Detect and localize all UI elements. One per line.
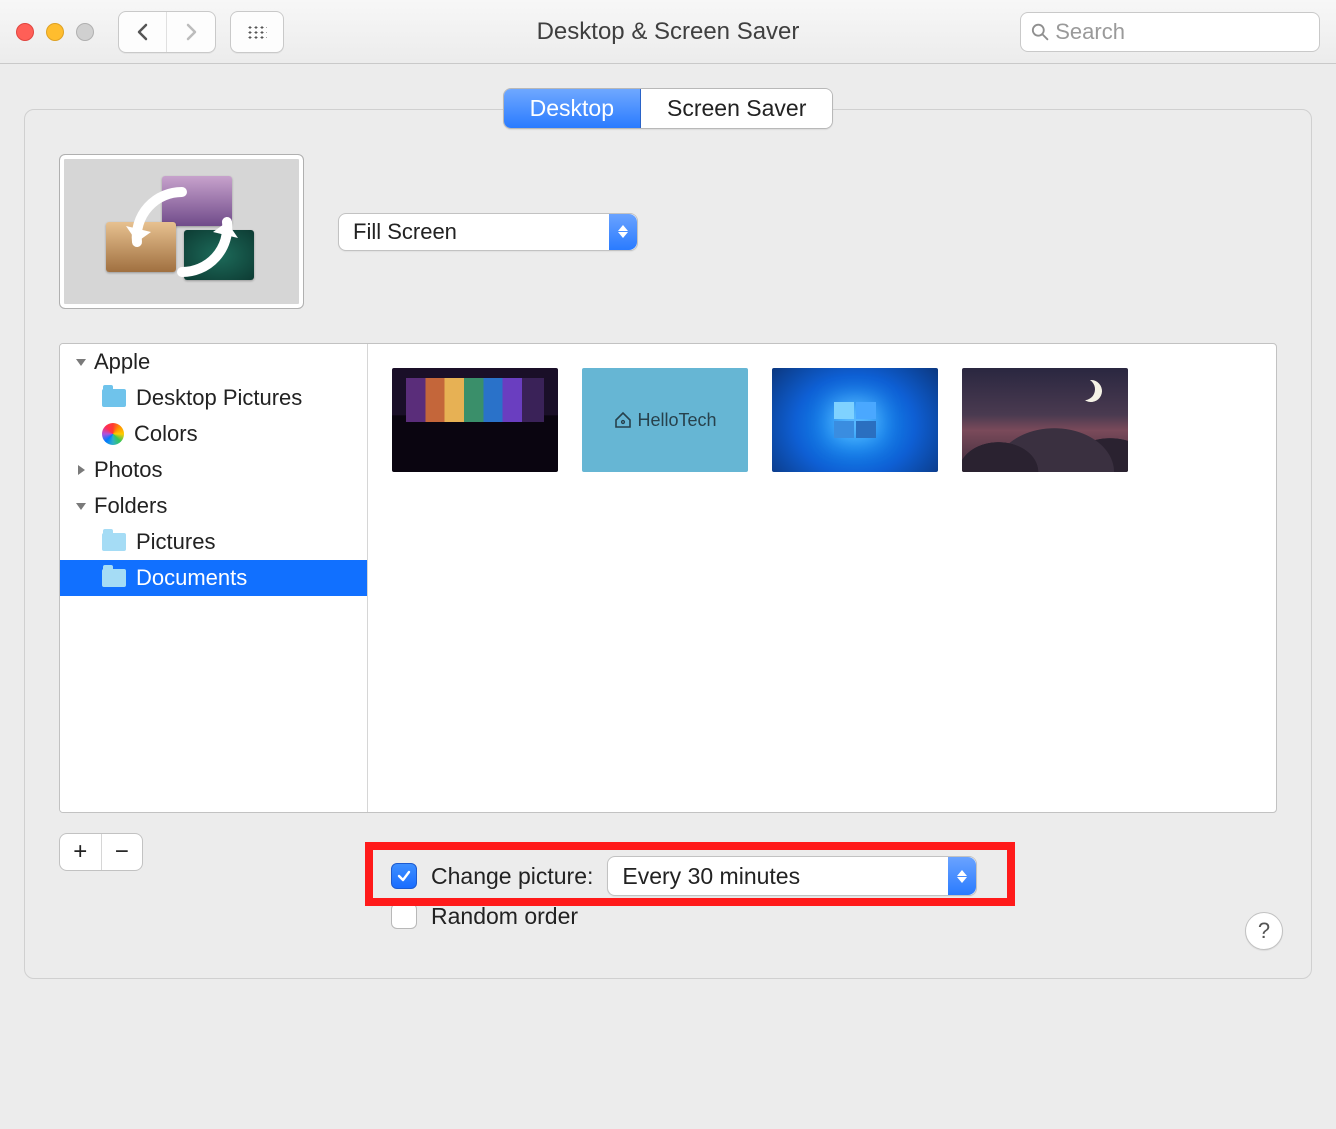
tab-screensaver[interactable]: Screen Saver [641, 89, 832, 128]
house-icon [613, 410, 633, 430]
disclosure-down-icon [74, 355, 88, 369]
sidebar-label: Desktop Pictures [136, 385, 302, 411]
random-order-label: Random order [431, 903, 578, 930]
sidebar-item-colors[interactable]: Colors [60, 416, 367, 452]
wallpaper-thumbnail[interactable] [392, 368, 558, 472]
sidebar-group-apple[interactable]: Apple [60, 344, 367, 380]
disclosure-right-icon [74, 463, 88, 477]
zoom-window-button[interactable] [76, 23, 94, 41]
wallpaper-thumbnail[interactable]: HelloTech [582, 368, 748, 472]
close-window-button[interactable] [16, 23, 34, 41]
preferences-panel: Fill Screen Apple Desktop Pictures Color… [24, 109, 1312, 979]
search-input[interactable] [1055, 19, 1309, 45]
bottom-options: Change picture: Every 30 minutes Random … [391, 856, 977, 936]
thumbnail-grid: HelloTech [368, 344, 1276, 812]
chevron-right-icon [184, 23, 198, 41]
dropdown-stepper-icon [609, 214, 637, 250]
change-interval-select[interactable]: Every 30 minutes [607, 856, 977, 896]
segmented-control: Desktop Screen Saver [503, 88, 834, 129]
change-interval-value: Every 30 minutes [622, 863, 948, 890]
back-button[interactable] [119, 12, 167, 52]
random-order-row: Random order [391, 896, 977, 936]
content-split: Apple Desktop Pictures Colors Photos Fol… [59, 343, 1277, 813]
folder-add-remove: + − [59, 833, 143, 871]
tab-desktop[interactable]: Desktop [504, 89, 641, 128]
source-sidebar: Apple Desktop Pictures Colors Photos Fol… [60, 344, 368, 812]
search-icon [1031, 22, 1049, 42]
nav-history-group [118, 11, 216, 53]
fill-mode-value: Fill Screen [353, 219, 609, 245]
sidebar-item-documents[interactable]: Documents [60, 560, 367, 596]
forward-button[interactable] [167, 12, 215, 52]
preferences-body: Desktop Screen Saver Fill Screen [0, 64, 1336, 1129]
search-field[interactable] [1020, 12, 1320, 52]
window-traffic-lights [16, 23, 94, 41]
folder-icon [102, 533, 126, 551]
folder-icon [102, 569, 126, 587]
colorwheel-icon [102, 423, 124, 445]
change-picture-row: Change picture: Every 30 minutes [391, 856, 977, 896]
cycle-icon [102, 172, 262, 292]
sidebar-group-photos[interactable]: Photos [60, 452, 367, 488]
window-title: Desktop & Screen Saver [537, 18, 800, 46]
sidebar-label: Colors [134, 421, 198, 447]
sidebar-item-pictures[interactable]: Pictures [60, 524, 367, 560]
sidebar-group-folders[interactable]: Folders [60, 488, 367, 524]
wallpaper-thumbnail[interactable] [962, 368, 1128, 472]
remove-folder-button[interactable]: − [102, 834, 143, 870]
chevron-left-icon [136, 23, 150, 41]
wallpaper-preview [59, 154, 304, 309]
sidebar-label: Apple [94, 349, 150, 375]
dropdown-stepper-icon [948, 857, 976, 895]
fill-mode-select[interactable]: Fill Screen [338, 213, 638, 251]
sidebar-label: Documents [136, 565, 247, 591]
preview-row: Fill Screen [59, 154, 1277, 309]
sidebar-label: Folders [94, 493, 167, 519]
random-order-checkbox[interactable] [391, 903, 417, 929]
tab-strip: Desktop Screen Saver [24, 88, 1312, 129]
add-folder-button[interactable]: + [60, 834, 102, 870]
sidebar-label: Photos [94, 457, 163, 483]
change-picture-checkbox[interactable] [391, 863, 417, 889]
folder-icon [102, 389, 126, 407]
change-picture-label: Change picture: [431, 863, 593, 890]
help-button[interactable]: ? [1245, 912, 1283, 950]
grid-icon [247, 25, 267, 39]
disclosure-down-icon [74, 499, 88, 513]
sidebar-label: Pictures [136, 529, 215, 555]
sidebar-item-desktop-pictures[interactable]: Desktop Pictures [60, 380, 367, 416]
thumbnail-label: HelloTech [637, 410, 716, 431]
toolbar: Desktop & Screen Saver [0, 0, 1336, 64]
show-all-button[interactable] [230, 11, 284, 53]
minimize-window-button[interactable] [46, 23, 64, 41]
wallpaper-thumbnail[interactable] [772, 368, 938, 472]
